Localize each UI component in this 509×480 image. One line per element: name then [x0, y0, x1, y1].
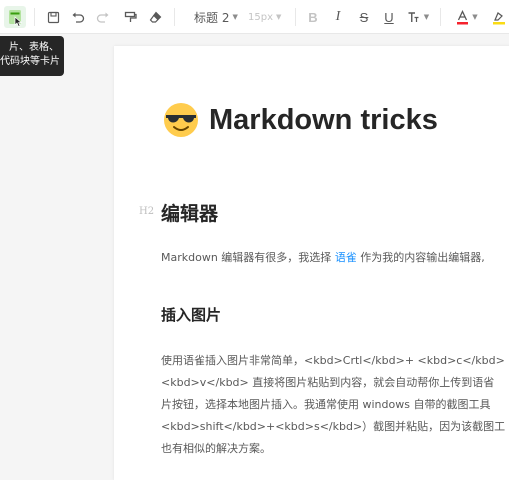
highlighter-icon [493, 11, 505, 24]
chevron-down-icon: ▼ [232, 13, 238, 21]
paragraph-text: Markdown 编辑器有很多，我选择 [161, 251, 335, 264]
text-style-button[interactable]: ▼ [406, 8, 430, 26]
undo-button[interactable] [70, 8, 86, 26]
font-size-select[interactable]: 15px ▼ [248, 8, 286, 26]
eraser-icon [149, 11, 161, 23]
toolbar-separator [440, 8, 441, 26]
insert-card-tooltip: 片、表格、 代码块等卡片 [0, 36, 64, 76]
paragraph-line[interactable]: <kbd>v</kbd> 直接将图片粘贴到内容，就会自动帮你上传到语省 [161, 372, 494, 394]
redo-icon [96, 12, 109, 23]
paragraph[interactable]: Markdown 编辑器有很多，我选择 语雀 作为我的内容输出编辑器, [161, 247, 485, 269]
chevron-down-icon: ▼ [472, 13, 478, 21]
save-icon [47, 11, 59, 23]
format-painter-button[interactable] [122, 8, 138, 26]
redo-button[interactable] [95, 8, 111, 26]
tooltip-line: 片、表格、 [9, 42, 59, 53]
text-style-icon [408, 11, 419, 22]
undo-icon [72, 12, 85, 23]
document-title[interactable]: Markdown tricks [163, 100, 438, 140]
card-icon [9, 10, 23, 27]
toolbar-separator [174, 8, 175, 26]
underline-button[interactable]: U [382, 8, 396, 26]
yuque-link[interactable]: 语雀 [335, 251, 357, 264]
font-size-select-value: 15px [248, 11, 273, 23]
heading-2[interactable]: 编辑器 [161, 199, 218, 226]
document-title-text: Markdown tricks [209, 103, 438, 136]
bold-button[interactable]: B [306, 8, 320, 26]
text-color-button[interactable]: ▼ [455, 8, 479, 26]
chevron-down-icon: ▼ [276, 13, 282, 21]
paragraph-line[interactable]: 使用语雀插入图片非常简单，<kbd>Crtl</kbd>+ <kbd>c</kb… [161, 350, 505, 372]
toolbar-separator [34, 8, 35, 26]
save-button[interactable] [45, 8, 61, 26]
format-painter-icon [124, 11, 137, 22]
heading-3[interactable]: 插入图片 [161, 304, 221, 325]
sunglasses-emoji-icon [164, 103, 198, 137]
paragraph-line[interactable]: 片按钮，选择本地图片插入。我通常使用 windows 自带的截图工具 [161, 394, 490, 416]
heading-select[interactable]: 标题 2 ▼ [194, 8, 242, 26]
highlight-color-button[interactable] [492, 8, 509, 26]
strikethrough-button[interactable]: S [357, 8, 371, 26]
italic-button[interactable]: I [331, 8, 345, 26]
paragraph-line[interactable]: <kbd>shift</kbd>+<kbd>s</kbd>）截图并粘贴，因为该截… [161, 416, 505, 438]
chevron-down-icon: ▼ [423, 13, 430, 21]
clear-format-button[interactable] [147, 8, 163, 26]
paragraph-line[interactable]: 也有相似的解决方案。 [161, 438, 271, 460]
insert-card-button[interactable] [4, 6, 26, 28]
heading-level-marker: H2 [139, 206, 155, 217]
heading-select-value: 标题 2 [194, 10, 230, 25]
toolbar-separator [295, 8, 296, 26]
editor-toolbar: 标题 2 ▼ 15px ▼ B I S U ▼ ▼ [0, 0, 509, 34]
tooltip-line: 代码块等卡片 [0, 56, 60, 67]
paragraph-text: 作为我的内容输出编辑器, [356, 251, 485, 264]
font-color-icon [457, 9, 469, 24]
